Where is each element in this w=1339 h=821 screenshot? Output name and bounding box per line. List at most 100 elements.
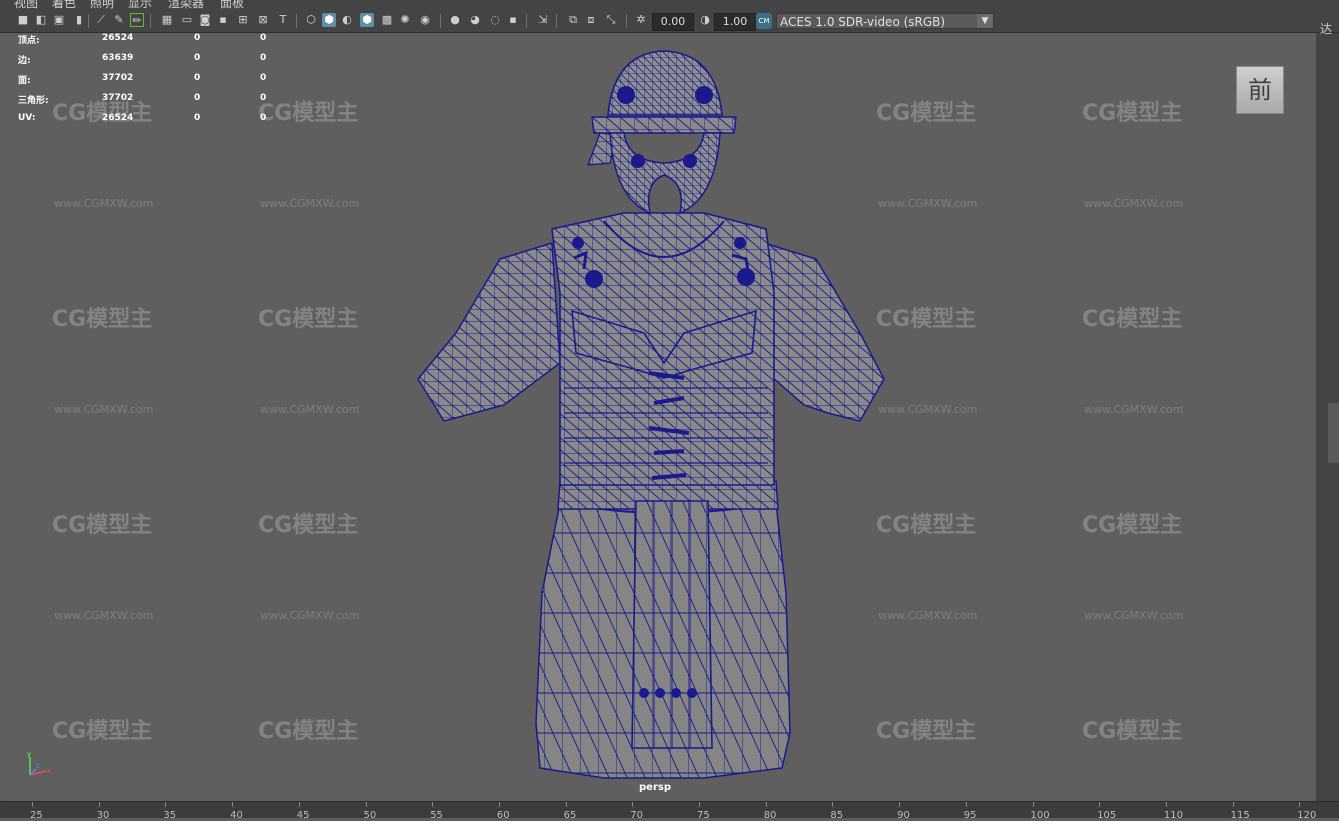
3d-viewport[interactable]: CG模型主 CG模型主 CG模型主 CG模型主 CG模型主 CG模型主 CG模型… [4,33,1316,801]
timeline-tick-label: 105 [1097,810,1117,821]
wireframe-on-shaded-icon[interactable]: ⬢ [360,13,374,27]
timeline-tick-label: 65 [563,810,577,821]
timeline-tick-label: 40 [230,810,243,821]
menu-shading[interactable]: 着色 [52,0,76,10]
grease-pencil-icon[interactable]: ✎ [112,13,126,27]
timeline-tick-label: 120 [1297,810,1317,821]
left-sleeve-mesh [417,242,561,422]
timeline-tick-label: 115 [1230,810,1250,821]
isolate-select-icon[interactable]: ▪ [506,13,520,27]
time-slider[interactable]: 25 30 35 40 45 50 55 60 65 70 75 80 85 90 95 100 105 110 1… [0,801,1339,821]
hud-value: 0 [260,53,267,63]
ambient-occlusion-icon[interactable]: ● [448,13,462,27]
xray-active-components-icon[interactable]: ⧉ [566,13,580,27]
timeline-tick [298,802,300,807]
chevron-down-icon[interactable]: ▼ [977,14,993,28]
camera-attributes-icon[interactable]: ◧ [34,13,48,27]
timeline-tick-label: 45 [296,810,310,821]
gamma-icon[interactable]: ◑ [698,13,712,27]
exposure-icon[interactable]: ✲ [634,13,648,27]
hud-label: UV: [18,113,36,123]
timeline-tick-label: 55 [430,810,443,821]
lights-icon[interactable]: ✺ [398,13,412,27]
colorspace-label: ACES 1.0 SDR-video (sRGB) [780,15,946,29]
hud-label: 三角形: [18,96,49,106]
hud-row-triangles: 三角形: 37702 0 0 [18,93,278,113]
safe-title-icon[interactable]: T [276,13,290,27]
xray-joints-icon[interactable]: ⇲ [536,13,550,27]
menu-view[interactable]: 视图 [14,0,38,10]
hud-value: 0 [194,33,201,43]
timeline-tick-label: 100 [1030,810,1050,821]
shadows-icon[interactable]: ◉ [418,13,432,27]
bookmark-icon[interactable]: ▮ [72,13,86,27]
color-management-icon[interactable]: CM [756,13,772,29]
axis-x-label: x [47,767,51,775]
hud-value: 0 [260,73,267,83]
hud-row-vertices: 顶点: 26524 0 0 [18,33,278,53]
motion-blur-icon[interactable]: ◕ [468,13,482,27]
frame-all-icon[interactable]: ⤡ [604,13,618,27]
torso-mesh [551,212,775,486]
timeline-tick-label: 50 [363,810,377,821]
field-chart-icon[interactable]: ⊞ [236,13,250,27]
gamma-field[interactable]: 1.00 [714,13,756,31]
safe-action-icon[interactable]: ⊠ [256,13,270,27]
view-cube[interactable]: 前 [1236,66,1284,114]
hud-value: 0 [260,33,267,43]
timeline-tick-label: 95 [963,810,977,821]
camera-name-label: persp [639,782,671,793]
film-gate-icon[interactable]: ▭ [180,13,194,27]
timeline-tick [899,802,901,807]
timeline-tick [632,802,634,807]
timeline-tick [832,802,834,807]
menu-panels[interactable]: 面板 [220,0,244,10]
timeline-tick-label: 90 [897,810,910,821]
smooth-shade-icon[interactable]: ⬢ [322,13,336,27]
timeline-tick [498,802,500,807]
menu-lighting[interactable]: 照明 [90,0,114,10]
hud-label: 边: [18,56,31,66]
timeline-tick [32,802,33,807]
2d-pan-zoom-icon[interactable]: ⟋ [94,13,108,27]
hud-value: 63639 [102,53,134,63]
timeline-tick [165,802,167,807]
hud-value: 0 [260,93,267,103]
wireframe-icon[interactable]: ⬡ [304,13,318,27]
hud-label: 顶点: [18,36,40,46]
armor-mesh[interactable] [4,33,1316,801]
hud-row-edges: 边: 63639 0 0 [18,53,278,73]
timeline-tick-label: 35 [163,810,177,821]
hud-value: 0 [260,113,267,123]
grid-icon[interactable]: ▦ [160,13,174,27]
timeline-tick [699,802,700,807]
hud-value: 0 [194,53,201,63]
hud-value: 26524 [102,33,134,43]
hud-row-uvs: UV: 26524 0 0 [18,113,278,133]
image-plane-icon[interactable]: ▣ [52,13,66,27]
pencil-active-icon[interactable]: ✏ [130,13,144,27]
timeline-tick [232,802,234,807]
timeline-tick-label: 70 [630,810,644,821]
use-default-material-icon[interactable]: ◐ [340,13,354,27]
timeline-tick [1165,802,1167,807]
axis-gizmo: y x z [27,750,51,776]
resolution-gate-icon[interactable]: ◙ [198,13,212,27]
timeline-tick-label: 60 [496,810,510,821]
menu-show[interactable]: 显示 [128,0,152,10]
hud-value: 0 [194,73,201,83]
antialias-icon[interactable]: ◌ [488,13,502,27]
menu-renderer[interactable]: 渲染器 [168,0,204,10]
colorspace-dropdown[interactable]: ACES 1.0 SDR-video (sRGB) ▼ [776,13,994,29]
hud-value: 26524 [102,113,134,123]
timeline-tick-label: 25 [30,810,43,821]
camera-select-icon[interactable]: ■ [16,13,30,27]
panel-resize-handle[interactable] [1328,403,1339,463]
exposure-field[interactable]: 0.00 [652,13,694,31]
gate-mask-icon[interactable]: ▪ [216,13,230,27]
timeline-tick-label: 30 [96,810,110,821]
xray-icon[interactable]: ▩ [380,13,394,27]
hud-value: 37702 [102,93,134,103]
hud-toggle-icon[interactable]: ⧈ [584,13,598,27]
timeline-tick [1099,802,1101,807]
